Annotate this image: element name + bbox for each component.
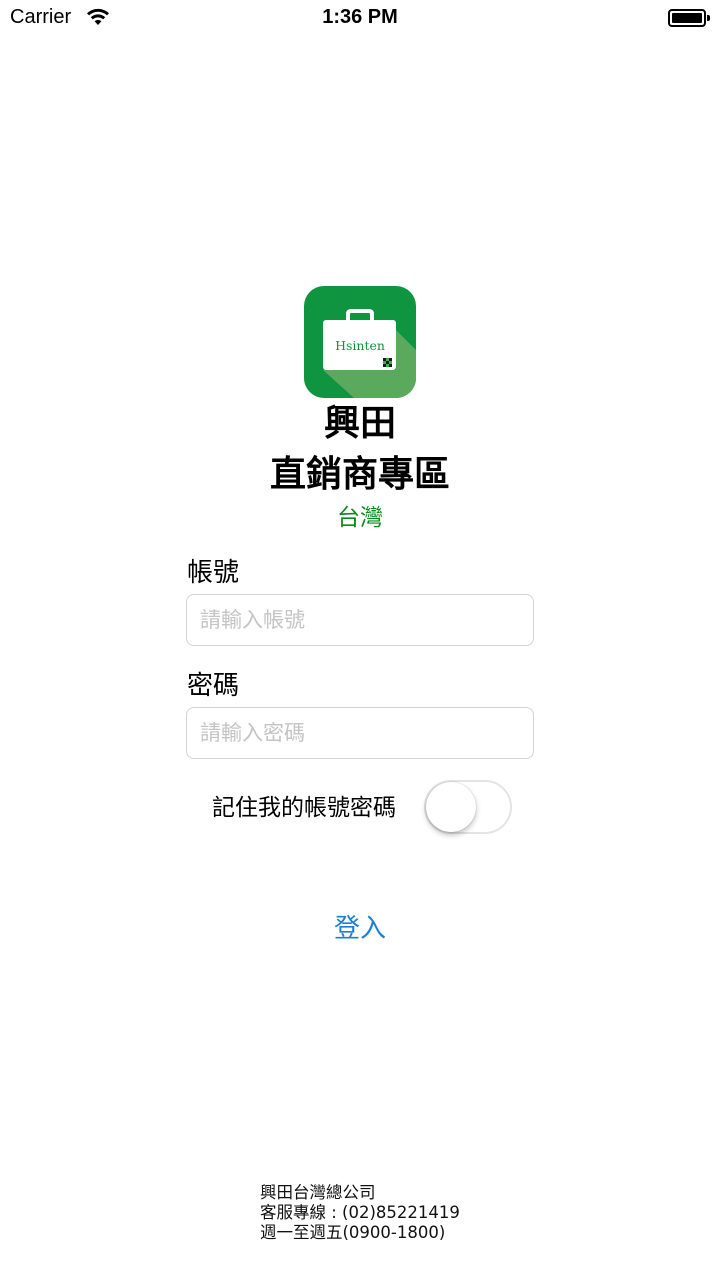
footer-company: 興田台灣總公司 [260,1183,376,1202]
toggle-knob [426,782,476,832]
footer-hours: 週一至週五(0900-1800) [260,1223,446,1242]
status-bar: Carrier 1:36 PM [0,0,720,40]
password-input[interactable] [186,707,534,759]
remember-label: 記住我的帳號密碼 [212,795,396,821]
logo-text: Hsinten [335,338,385,353]
battery-icon [668,9,710,27]
region-label: 台灣 [337,505,383,531]
login-button[interactable]: 登入 [310,904,410,948]
brand-title: 興田 [323,403,396,444]
footer-hotline: 客服專線 : (02)85221419 [260,1203,460,1222]
remember-toggle[interactable] [424,780,512,834]
app-logo: Hsinten [304,286,416,398]
footer: 興田台灣總公司 客服專線 : (02)85221419 週一至週五(0900-1… [260,1183,460,1243]
password-label: 密碼 [187,671,240,701]
account-label: 帳號 [187,558,240,588]
account-input[interactable] [186,594,534,646]
status-time: 1:36 PM [322,6,398,28]
page-title: 直銷商專區 [269,454,450,495]
